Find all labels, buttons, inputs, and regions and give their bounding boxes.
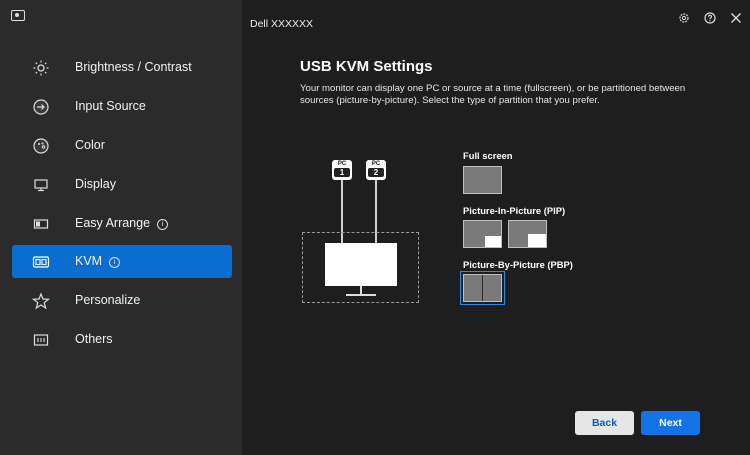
sidebar: Brightness / Contrast Input Source Color… <box>0 0 242 455</box>
pip-option-bottom-right[interactable] <box>463 220 502 248</box>
pc1-badge: PC 1 <box>332 160 352 180</box>
sidebar-item-label: Easy Arrange i <box>75 216 169 230</box>
pc2-badge: PC 2 <box>366 160 386 180</box>
others-icon <box>33 334 49 346</box>
sidebar-item-label: KVM i <box>75 254 121 268</box>
pc1-number: 1 <box>334 168 350 177</box>
sidebar-item-label: Others <box>75 332 113 346</box>
sidebar-item-color[interactable]: Color <box>12 129 232 162</box>
window-title: Dell XXXXXX <box>250 18 314 30</box>
sidebar-item-personalize[interactable]: Personalize <box>12 284 232 317</box>
pip-window <box>528 234 546 247</box>
settings-icon[interactable] <box>678 12 690 24</box>
sidebar-item-label: Color <box>75 138 105 152</box>
pc1-label: PC <box>337 161 347 167</box>
monitor-icon <box>34 179 48 192</box>
sun-icon <box>33 60 49 76</box>
sidebar-item-display[interactable]: Display <box>12 168 232 201</box>
monitor-screen <box>325 243 397 286</box>
sidebar-item-input-source[interactable]: Input Source <box>12 90 232 123</box>
monitor-base <box>346 294 376 296</box>
page-description: Your monitor can display one PC or sourc… <box>300 83 686 106</box>
star-icon <box>32 292 50 310</box>
window-controls <box>678 12 742 24</box>
easy-arrange-icon <box>33 219 49 229</box>
full-screen-option[interactable] <box>463 166 502 194</box>
sidebar-item-others[interactable]: Others <box>12 323 232 356</box>
pbp-divider <box>482 275 483 301</box>
input-source-icon <box>33 99 49 115</box>
sidebar-item-easy-arrange[interactable]: Easy Arrange i <box>12 207 232 240</box>
kvm-icon <box>32 256 50 268</box>
pip-option-large[interactable] <box>508 220 547 248</box>
sidebar-item-kvm[interactable]: KVM i <box>12 245 232 278</box>
full-screen-label: Full screen <box>463 150 513 161</box>
help-icon[interactable] <box>704 12 716 24</box>
back-button[interactable]: Back <box>575 411 634 435</box>
sidebar-item-label: Personalize <box>75 293 141 307</box>
pip-label: Picture-In-Picture (PIP) <box>463 205 566 216</box>
palette-icon <box>33 138 49 154</box>
sidebar-item-brightness[interactable]: Brightness / Contrast <box>12 51 232 84</box>
page-title: USB KVM Settings <box>300 58 433 75</box>
sidebar-item-label: Display <box>75 177 116 191</box>
next-button[interactable]: Next <box>641 411 700 435</box>
sidebar-item-label: Input Source <box>75 99 146 113</box>
close-icon[interactable] <box>730 12 742 24</box>
pbp-option[interactable] <box>460 271 505 305</box>
app-logo-icon <box>11 10 25 21</box>
info-icon[interactable]: i <box>109 257 121 268</box>
pc2-label: PC <box>371 161 381 167</box>
pip-window <box>485 236 501 247</box>
sidebar-item-label: Brightness / Contrast <box>75 60 192 74</box>
pc2-number: 2 <box>368 168 384 177</box>
info-icon[interactable]: i <box>157 219 169 230</box>
pbp-label: Picture-By-Picture (PBP) <box>463 259 573 270</box>
